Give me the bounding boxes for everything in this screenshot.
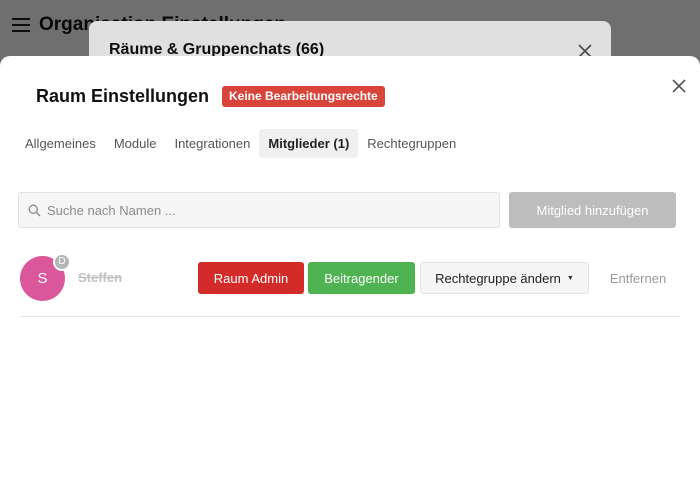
change-permission-group-dropdown[interactable]: Rechtegruppe ändern ▼ (420, 262, 589, 294)
tab-permission-groups[interactable]: Rechtegruppen (358, 129, 465, 158)
tab-modules[interactable]: Module (105, 129, 166, 158)
search-field (18, 192, 500, 228)
caret-down-icon: ▼ (566, 274, 574, 282)
avatar-status-badge: D (53, 253, 71, 271)
search-input[interactable] (47, 202, 487, 218)
member-name: Steffen (78, 270, 123, 285)
room-settings-dialog: Raum Einstellungen Keine Bearbeitungsrec… (0, 56, 700, 494)
add-member-button[interactable]: Mitglied hinzufügen (509, 192, 676, 228)
dialog-title: Raum Einstellungen (36, 86, 210, 106)
tab-general[interactable]: Allgemeines (16, 129, 105, 158)
tab-members[interactable]: Mitglieder (1) (259, 129, 359, 158)
change-permission-group-label: Rechtegruppe ändern (435, 270, 561, 286)
permission-badge: Keine Bearbeitungsrechte (222, 86, 385, 107)
remove-member-button[interactable]: Entfernen (598, 262, 678, 294)
tab-integrations[interactable]: Integrationen (165, 129, 259, 158)
contributor-button[interactable]: Beitragender (308, 262, 415, 294)
member-row: S D Steffen Raum Admin Beitragender Rech… (20, 252, 680, 317)
close-icon[interactable] (671, 78, 687, 94)
search-icon (28, 204, 41, 216)
room-admin-button[interactable]: Raum Admin (198, 262, 304, 294)
tab-bar: Allgemeines Module Integrationen Mitglie… (16, 129, 465, 158)
